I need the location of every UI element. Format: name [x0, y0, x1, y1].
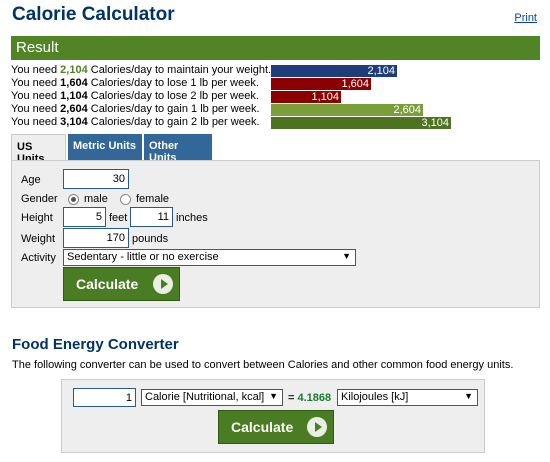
- converter-result: 4.1868: [297, 392, 332, 404]
- result-line-pre: You need: [11, 64, 61, 76]
- result-line-lose-2: You need 1,104 Calories/day to lose 2 lb…: [11, 90, 540, 103]
- weight-input[interactable]: 170: [63, 228, 129, 248]
- page-title: Calorie Calculator: [12, 4, 175, 25]
- result-line-post: Calories/day to gain 2 lb per week.: [87, 116, 260, 128]
- result-line-value: 2,104: [60, 64, 88, 76]
- tab-other-units[interactable]: Other Units: [144, 134, 212, 164]
- tab-us-units[interactable]: US Units: [11, 134, 66, 165]
- height-label: Height: [21, 212, 53, 224]
- dropdown-arrow-icon: ▼: [464, 391, 473, 401]
- height-inches-input[interactable]: 11: [130, 207, 173, 227]
- converter-calculate-button[interactable]: Calculate: [218, 410, 334, 444]
- gender-label: Gender: [21, 193, 58, 205]
- to-unit-selected: Kilojoules [kJ]: [341, 391, 409, 403]
- result-line-value: 2,604: [60, 103, 88, 115]
- result-line-pre: You need: [11, 90, 61, 102]
- result-line-value: 1,604: [60, 77, 88, 89]
- female-label: female: [136, 193, 170, 205]
- female-radio[interactable]: [120, 194, 131, 205]
- converter-calculate-label: Calculate: [231, 419, 294, 435]
- result-line-gain-2: You need 3,104 Calories/day to gain 2 lb…: [11, 116, 540, 129]
- result-bar-maintain: 2,104: [271, 65, 397, 77]
- activity-selected-value: Sedentary - little or no exercise: [67, 251, 219, 263]
- result-line-post: Calories/day to maintain your weight.: [87, 64, 272, 76]
- activity-label: Activity: [21, 252, 56, 264]
- equals-sign: =: [288, 392, 295, 404]
- male-label: male: [84, 193, 108, 205]
- converter-value-input[interactable]: 1: [73, 388, 136, 407]
- calculator-form: Age 30 Gender male female Height 5 feet …: [11, 160, 540, 308]
- result-line-pre: You need: [11, 116, 61, 128]
- print-link[interactable]: Print: [514, 12, 537, 24]
- calculate-button[interactable]: Calculate: [63, 267, 180, 301]
- result-line-post: Calories/day to gain 1 lb per week.: [87, 103, 260, 115]
- converter-description: The following converter can be used to c…: [12, 359, 514, 371]
- tab-metric-units[interactable]: Metric Units: [68, 134, 142, 160]
- result-list: You need 2,104 Calories/day to maintain …: [11, 64, 540, 129]
- weight-unit-label: pounds: [132, 233, 169, 245]
- from-unit-selected: Calorie [Nutritional, kcal]: [145, 391, 265, 403]
- result-line-pre: You need: [11, 77, 61, 89]
- to-unit-select[interactable]: Kilojoules [kJ] ▼: [337, 389, 478, 406]
- result-header: Result: [11, 36, 540, 60]
- age-label: Age: [21, 174, 41, 186]
- age-input[interactable]: 30: [63, 169, 129, 189]
- dropdown-arrow-icon: ▼: [269, 391, 278, 401]
- from-unit-select[interactable]: Calorie [Nutritional, kcal] ▼: [141, 389, 283, 406]
- inches-label: inches: [176, 212, 208, 224]
- result-heading: Result: [16, 39, 59, 56]
- play-arrow-icon: [307, 417, 327, 437]
- result-line-gain-1: You need 2,604 Calories/day to gain 1 lb…: [11, 103, 540, 116]
- result-line-maintain: You need 2,104 Calories/day to maintain …: [11, 64, 540, 77]
- male-radio[interactable]: [68, 194, 79, 205]
- result-line-post: Calories/day to lose 2 lb per week.: [87, 90, 259, 102]
- result-line-post: Calories/day to lose 1 lb per week.: [87, 77, 259, 89]
- result-bar-gain-1: 2,604: [271, 104, 423, 116]
- dropdown-arrow-icon: ▼: [342, 251, 351, 261]
- result-line-value: 3,104: [60, 116, 88, 128]
- result-line-lose-1: You need 1,604 Calories/day to lose 1 lb…: [11, 77, 540, 90]
- result-line-value: 1,104: [60, 90, 88, 102]
- result-line-pre: You need: [11, 103, 61, 115]
- converter-title: Food Energy Converter: [12, 336, 179, 353]
- result-bar-gain-2: 3,104: [271, 117, 451, 129]
- play-arrow-icon: [153, 274, 173, 294]
- activity-select[interactable]: Sedentary - little or no exercise ▼: [63, 249, 356, 266]
- feet-label: feet: [109, 212, 128, 224]
- calculate-button-label: Calculate: [76, 276, 139, 292]
- result-bar-lose-1: 1,604: [271, 78, 371, 90]
- weight-label: Weight: [21, 233, 56, 245]
- converter-equation: = 4.1868: [288, 392, 331, 404]
- height-feet-input[interactable]: 5: [63, 207, 106, 227]
- result-bar-lose-2: 1,104: [271, 91, 341, 103]
- converter-form: 1 Calorie [Nutritional, kcal] ▼ = 4.1868…: [61, 379, 485, 453]
